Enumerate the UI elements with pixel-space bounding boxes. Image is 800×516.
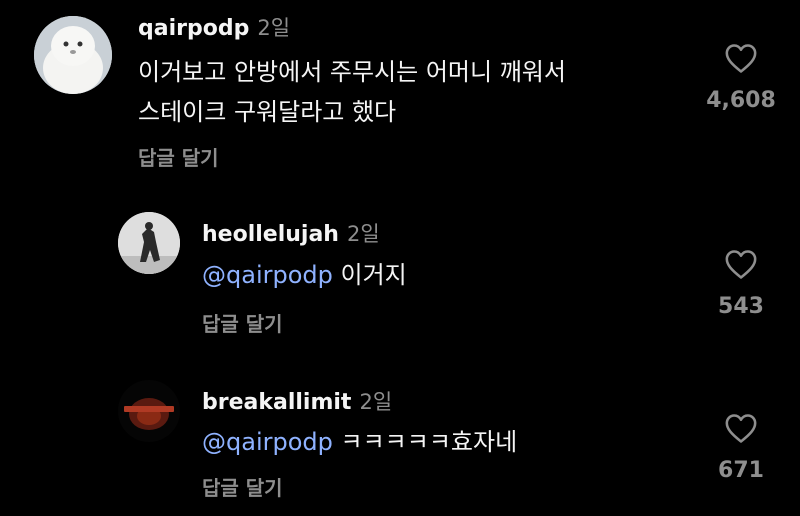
heart-icon xyxy=(725,250,757,279)
comment-body: 이거지 xyxy=(340,261,407,289)
user-avatar[interactable] xyxy=(118,212,180,274)
comment-text: @qairpodp 이거지 xyxy=(202,255,407,295)
timestamp: 2일 xyxy=(359,390,393,414)
comment-body: ㅋㅋㅋㅋㅋ효자네 xyxy=(340,428,518,456)
heart-icon xyxy=(725,414,757,443)
comment-text: 이거보고 안방에서 주무시는 어머니 깨워서 스테이크 구워달라고 했다 xyxy=(138,52,566,132)
comment-line: 이거보고 안방에서 주무시는 어머니 깨워서 xyxy=(138,58,566,86)
mention-link[interactable]: @qairpodp xyxy=(202,261,333,289)
comment-text: @qairpodp ㅋㅋㅋㅋㅋ효자네 xyxy=(202,422,517,462)
like-button[interactable]: 4,608 xyxy=(701,42,781,113)
username[interactable]: heollelujah xyxy=(202,222,339,247)
white-plush-avatar-icon xyxy=(34,16,112,94)
username[interactable]: breakallimit xyxy=(202,390,351,415)
like-button[interactable]: 543 xyxy=(701,248,781,319)
user-avatar[interactable] xyxy=(34,16,112,94)
like-count: 4,608 xyxy=(706,88,776,113)
like-button[interactable]: 671 xyxy=(701,412,781,483)
mention-link[interactable]: @qairpodp xyxy=(202,428,333,456)
timestamp: 2일 xyxy=(257,16,291,40)
dark-red-logo-avatar-icon xyxy=(118,380,180,442)
like-count: 671 xyxy=(718,458,764,483)
username[interactable]: qairpodp xyxy=(138,16,249,41)
reply-button[interactable]: 답글 달기 xyxy=(202,472,283,501)
figure-silhouette-avatar-icon xyxy=(118,212,180,274)
comment-line: 스테이크 구워달라고 했다 xyxy=(138,98,397,126)
heart-icon xyxy=(725,44,757,73)
reply-button[interactable]: 답글 달기 xyxy=(202,308,283,337)
user-avatar[interactable] xyxy=(118,380,180,442)
reply-button[interactable]: 답글 달기 xyxy=(138,142,219,171)
timestamp: 2일 xyxy=(346,222,380,246)
like-count: 543 xyxy=(718,294,764,319)
